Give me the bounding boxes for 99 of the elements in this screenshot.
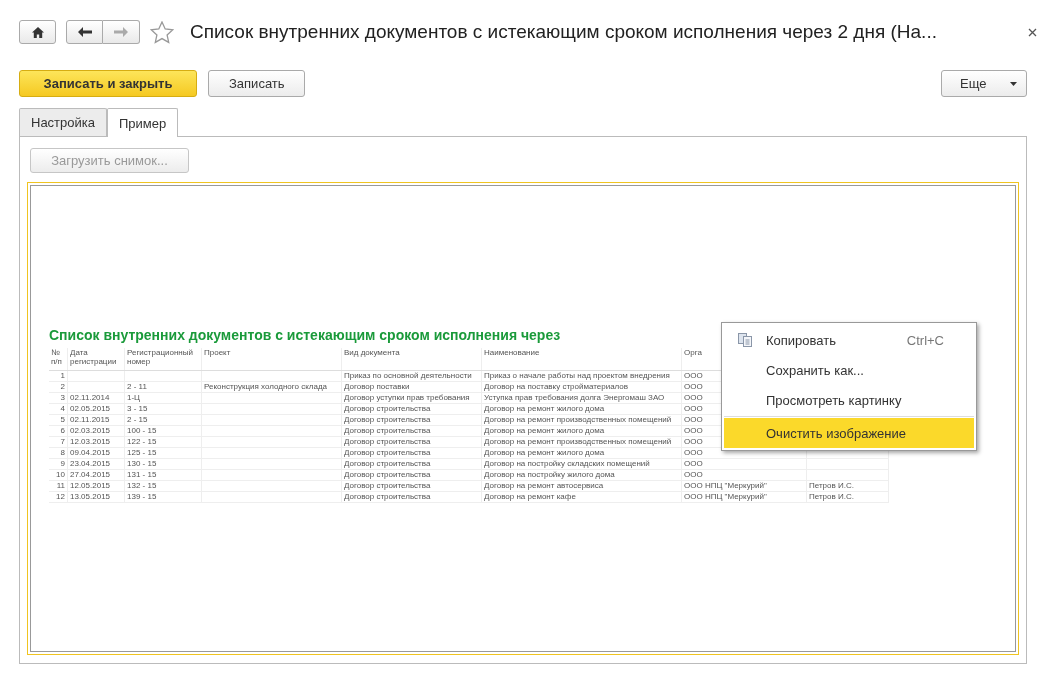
- table-cell: 09.04.2015: [70, 448, 111, 457]
- table-cell: 1-Ц: [127, 393, 141, 402]
- table-cell: ООО: [684, 426, 703, 435]
- table-cell: ООО: [684, 404, 703, 413]
- table-cell: Договор поставки: [344, 382, 410, 391]
- menu-item[interactable]: Очистить изображение: [724, 418, 974, 448]
- tab[interactable]: Настройка: [19, 108, 107, 136]
- table-cell: 4: [60, 404, 65, 413]
- menu-item[interactable]: Просмотреть картинку: [724, 385, 974, 415]
- table-cell: Договор на постройку складских помещений: [484, 459, 650, 468]
- table-cell: 2 - 11: [127, 382, 147, 391]
- table-cell: ООО: [684, 393, 703, 402]
- column-header: Дата регистрации: [70, 348, 117, 366]
- copy-icon: [738, 333, 752, 347]
- table-cell: 23.04.2015: [70, 459, 111, 468]
- table-cell: 125 - 15: [127, 448, 157, 457]
- back-button[interactable]: [66, 20, 103, 44]
- table-cell: 8: [60, 448, 65, 457]
- table-cell: 2: [60, 382, 65, 391]
- table-cell: ООО: [684, 415, 703, 424]
- table-cell: ООО: [684, 371, 703, 380]
- table-cell: ООО: [684, 448, 703, 457]
- table-cell: Договор строительства: [344, 459, 431, 468]
- table-cell: Договор строительства: [344, 448, 431, 457]
- home-button[interactable]: [19, 20, 56, 44]
- table-cell: Договор на ремонт жилого дома: [484, 404, 605, 413]
- table-cell: 5: [60, 415, 65, 424]
- table-cell: 122 - 15: [127, 437, 157, 446]
- table-cell: ООО: [684, 382, 703, 391]
- report-title: Список внутренних документов с истекающим сроком исполнения через: [49, 327, 561, 343]
- table-cell: ООО: [684, 437, 703, 446]
- save-button[interactable]: Записать: [208, 70, 305, 97]
- column-header: № п/п: [51, 348, 62, 366]
- caret-icon: [1010, 81, 1017, 86]
- table-cell: Договор на ремонт жилого дома: [484, 448, 605, 457]
- table-cell: 3: [60, 393, 65, 402]
- table-cell: 27.04.2015: [70, 470, 111, 479]
- table-cell: Петров И.С.: [809, 492, 854, 501]
- column-header: Наименование: [484, 348, 540, 357]
- table-cell: 12.05.2015: [70, 481, 111, 490]
- table-cell: Договор на ремонт производственных помещений: [484, 415, 672, 424]
- table-cell: Договор строительства: [344, 404, 431, 413]
- menu-item[interactable]: Копировать Ctrl+C: [724, 325, 974, 355]
- table-cell: 02.05.2015: [70, 404, 111, 413]
- table-cell: Реконструкция холодного склада: [204, 382, 327, 391]
- table-cell: 12: [56, 492, 65, 501]
- column-header: Вид документа: [344, 348, 400, 357]
- table-cell: 130 - 15: [127, 459, 157, 468]
- table-cell: 9: [60, 459, 65, 468]
- tab[interactable]: Пример: [107, 108, 179, 137]
- window-title: Список внутренних документов с истекающим сроком исполнения через 2 дня (На...: [190, 21, 938, 43]
- right-arrow-icon: [114, 27, 128, 37]
- table-cell: 13.05.2015: [70, 492, 111, 501]
- table-cell: Договор на ремонт производственных помещений: [484, 437, 672, 446]
- table-cell: Договор строительства: [344, 481, 431, 490]
- table-cell: 131 - 15: [127, 470, 157, 479]
- table-cell: 12.03.2015: [70, 437, 111, 446]
- table-cell: 02.03.2015: [70, 426, 111, 435]
- column-header: Регистрационный номер: [127, 348, 193, 366]
- table-cell: 02.11.2015: [70, 415, 110, 424]
- table-cell: Договор на ремонт жилого дома: [484, 426, 605, 435]
- save-and-close-button[interactable]: Записать и закрыть: [19, 70, 197, 97]
- table-cell: Договор строительства: [344, 437, 431, 446]
- table-cell: Договор на поставку стройматериалов: [484, 382, 629, 391]
- close-icon: [1028, 27, 1037, 37]
- more-button[interactable]: Еще: [941, 70, 1027, 97]
- table-cell: 7: [60, 437, 65, 446]
- left-arrow-icon: [77, 27, 92, 37]
- table-cell: ООО: [684, 470, 703, 479]
- table-cell: 132 - 15: [127, 481, 157, 490]
- menu-item[interactable]: Сохранить как...: [724, 355, 974, 385]
- home-icon: [31, 26, 44, 38]
- table-cell: Договор на ремонт автосервиса: [484, 481, 604, 490]
- table-cell: 3 - 15: [127, 404, 148, 413]
- table-cell: ООО НПЦ "Меркурий": [684, 492, 767, 501]
- column-header: Проект: [204, 348, 231, 357]
- table-cell: Приказ о начале работы над проектом внедрения: [484, 371, 670, 380]
- column-header: Орга: [684, 348, 702, 357]
- table-cell: 02.11.2014: [70, 393, 110, 402]
- table-cell: Уступка прав требования долга Энергомаш ЗАО: [484, 393, 665, 402]
- star-icon[interactable]: [150, 20, 174, 44]
- table-cell: 2 - 15: [127, 415, 148, 424]
- table-cell: 11: [56, 481, 65, 490]
- table-cell: Договор строительства: [344, 415, 431, 424]
- table-cell: 6: [60, 426, 65, 435]
- table-cell: ООО: [684, 459, 703, 468]
- table-cell: 139 - 15: [127, 492, 157, 501]
- table-cell: Петров И.С.: [809, 481, 854, 490]
- table-cell: Приказ по основной деятельности: [344, 371, 472, 380]
- table-cell: Договор на ремонт кафе: [484, 492, 576, 501]
- table-cell: 10: [56, 470, 65, 479]
- table-cell: Договор строительства: [344, 492, 431, 501]
- table-cell: 1: [60, 371, 65, 380]
- table-cell: ООО НПЦ "Меркурий": [684, 481, 767, 490]
- table-cell: Договор на постройку жилого дома: [484, 470, 615, 479]
- table-cell: Договор уступки прав требования: [344, 393, 470, 402]
- table-cell: 100 - 15: [127, 426, 157, 435]
- table-cell: Договор строительства: [344, 426, 431, 435]
- table-cell: Договор строительства: [344, 470, 431, 479]
